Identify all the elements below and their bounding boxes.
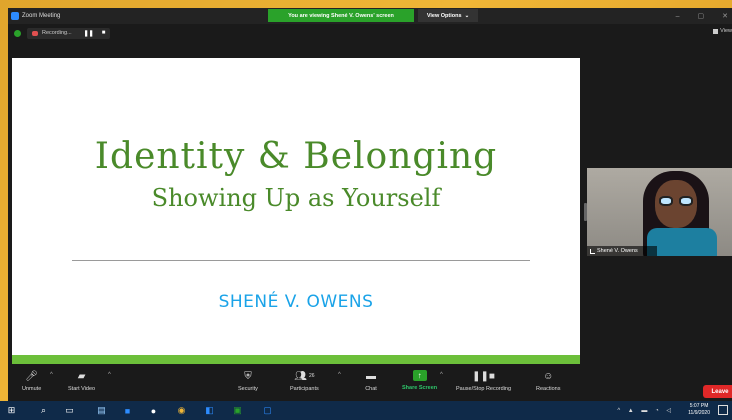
zoom-logo-icon bbox=[11, 12, 19, 20]
windows-start-icon[interactable]: ⊞ bbox=[6, 405, 17, 416]
clock-date: 11/9/2020 bbox=[688, 410, 710, 416]
participants-caret-icon[interactable]: ^ bbox=[338, 372, 341, 378]
shield-icon: ⛨ bbox=[244, 370, 252, 382]
chat-label: Chat bbox=[365, 386, 377, 392]
share-screen-label: Share Screen bbox=[402, 385, 438, 391]
maximize-icon[interactable]: ▢ bbox=[698, 12, 705, 20]
stop-recording-icon[interactable]: ■ bbox=[102, 30, 106, 36]
slide-author: SHENÉ V. OWENS bbox=[218, 292, 374, 312]
minimize-icon[interactable]: – bbox=[676, 13, 680, 20]
pause-stop-icon: ❚❚■ bbox=[472, 370, 495, 382]
recording-indicator: Recording... ❚❚ ■ bbox=[27, 27, 111, 39]
start-video-button[interactable]: ▰ Start Video bbox=[68, 370, 96, 393]
security-label: Security bbox=[238, 386, 258, 392]
viewing-screen-banner: You are viewing Shené V. Owens' screen bbox=[268, 9, 414, 22]
reactions-button[interactable]: ☺ Reactions bbox=[536, 370, 561, 393]
participant-video-tile[interactable]: Shené V. Owens bbox=[587, 168, 732, 256]
chrome-icon[interactable]: ◉ bbox=[176, 405, 187, 416]
excel-icon[interactable]: ▣ bbox=[232, 405, 243, 416]
chat-bubble-icon: ▬ bbox=[366, 370, 376, 382]
microphone-muted-icon: 🎤︎ bbox=[25, 370, 38, 382]
leave-button[interactable]: Leave bbox=[703, 385, 732, 398]
connection-signal-icon bbox=[590, 248, 595, 254]
meeting-toolbar: 🎤︎ Unmute ^ ▰ Start Video ^ ⛨ Security 👥… bbox=[8, 366, 732, 401]
task-view-icon[interactable]: ▭ bbox=[64, 405, 75, 416]
security-shield-icon[interactable] bbox=[14, 29, 21, 37]
slide-subtitle: Showing Up as Yourself bbox=[151, 184, 441, 212]
pause-recording-icon[interactable]: ❚❚ bbox=[84, 30, 94, 37]
video-off-icon: ▰ bbox=[77, 370, 86, 382]
participant-name-tag: Shené V. Owens bbox=[587, 246, 657, 256]
system-tray-icons[interactable]: ^ ▲ ▬ ◔ ◁ bbox=[617, 407, 674, 414]
chat-button[interactable]: ▬ Chat bbox=[364, 370, 378, 393]
app-title: Zoom Meeting bbox=[8, 12, 60, 20]
slide-title: Identity & Belonging bbox=[94, 136, 498, 177]
windows-taskbar: ⊞ ⌕ ▭ ▤ ■ ● ◉ ◧ ▣ ▢ ^ ▲ ▬ ◔ ◁ 5:07 PM 11… bbox=[0, 401, 732, 420]
participants-count: 26 bbox=[308, 373, 315, 379]
notifications-icon[interactable] bbox=[718, 405, 728, 415]
window-title: Zoom Meeting bbox=[22, 13, 61, 19]
file-explorer-icon[interactable]: ■ bbox=[122, 405, 133, 416]
pause-stop-recording-label: Pause/Stop Recording bbox=[456, 386, 512, 392]
video-glasses-left bbox=[659, 196, 673, 206]
clock-time: 5:07 PM bbox=[689, 403, 709, 409]
security-button[interactable]: ⛨ Security bbox=[238, 370, 258, 393]
unmute-button[interactable]: 🎤︎ Unmute bbox=[22, 370, 42, 393]
unmute-label: Unmute bbox=[22, 386, 42, 392]
recording-label: Recording... bbox=[42, 30, 72, 36]
zoom-window: Zoom Meeting You are viewing Shené V. Ow… bbox=[8, 8, 732, 401]
slide-footer-bar bbox=[12, 355, 580, 364]
shared-screen-slide: Identity & Belonging Showing Up as Yours… bbox=[12, 58, 580, 364]
recording-cloud-icon bbox=[32, 30, 38, 36]
participants-icon: 👥︎ 26 bbox=[294, 370, 315, 382]
view-grid-icon bbox=[713, 28, 719, 34]
participants-label: Participants bbox=[290, 386, 319, 392]
title-bar: Zoom Meeting You are viewing Shené V. Ow… bbox=[8, 8, 732, 24]
share-options-caret-icon[interactable]: ^ bbox=[440, 372, 443, 378]
start-video-label: Start Video bbox=[68, 386, 96, 392]
share-screen-icon: ↑ bbox=[412, 370, 427, 381]
close-icon[interactable]: ✕ bbox=[722, 12, 728, 20]
outlook-icon[interactable]: ◧ bbox=[204, 405, 215, 416]
participants-button[interactable]: 👥︎ 26 Participants bbox=[290, 370, 319, 393]
video-glasses-right bbox=[679, 196, 693, 206]
audio-options-caret-icon[interactable]: ^ bbox=[50, 372, 53, 378]
video-clothing bbox=[647, 228, 717, 256]
pause-stop-recording-button[interactable]: ❚❚■ Pause/Stop Recording bbox=[456, 370, 512, 393]
slide-divider bbox=[72, 260, 530, 261]
video-options-caret-icon[interactable]: ^ bbox=[108, 372, 111, 378]
notes-app-icon[interactable]: ▤ bbox=[96, 405, 107, 416]
people-app-icon[interactable]: ● bbox=[148, 405, 159, 416]
participant-name: Shené V. Owens bbox=[597, 248, 638, 254]
reactions-label: Reactions bbox=[536, 386, 561, 392]
view-options-label: View Options bbox=[426, 12, 462, 19]
share-screen-button[interactable]: ↑ Share Screen bbox=[402, 370, 437, 391]
view-options-button[interactable]: View Options ⌄ bbox=[418, 9, 478, 22]
zoom-taskbar-icon[interactable]: ▢ bbox=[262, 405, 273, 416]
reactions-icon: ☺ bbox=[543, 370, 554, 382]
window-controls: – ▢ ✕ bbox=[676, 8, 728, 24]
clock[interactable]: 5:07 PM 11/9/2020 bbox=[688, 403, 710, 417]
view-toggle[interactable]: View bbox=[713, 28, 732, 34]
chevron-down-icon: ⌄ bbox=[464, 12, 470, 19]
meeting-info-bar: Recording... ❚❚ ■ bbox=[8, 26, 732, 40]
search-icon[interactable]: ⌕ bbox=[38, 405, 49, 416]
view-label: View bbox=[720, 28, 732, 34]
